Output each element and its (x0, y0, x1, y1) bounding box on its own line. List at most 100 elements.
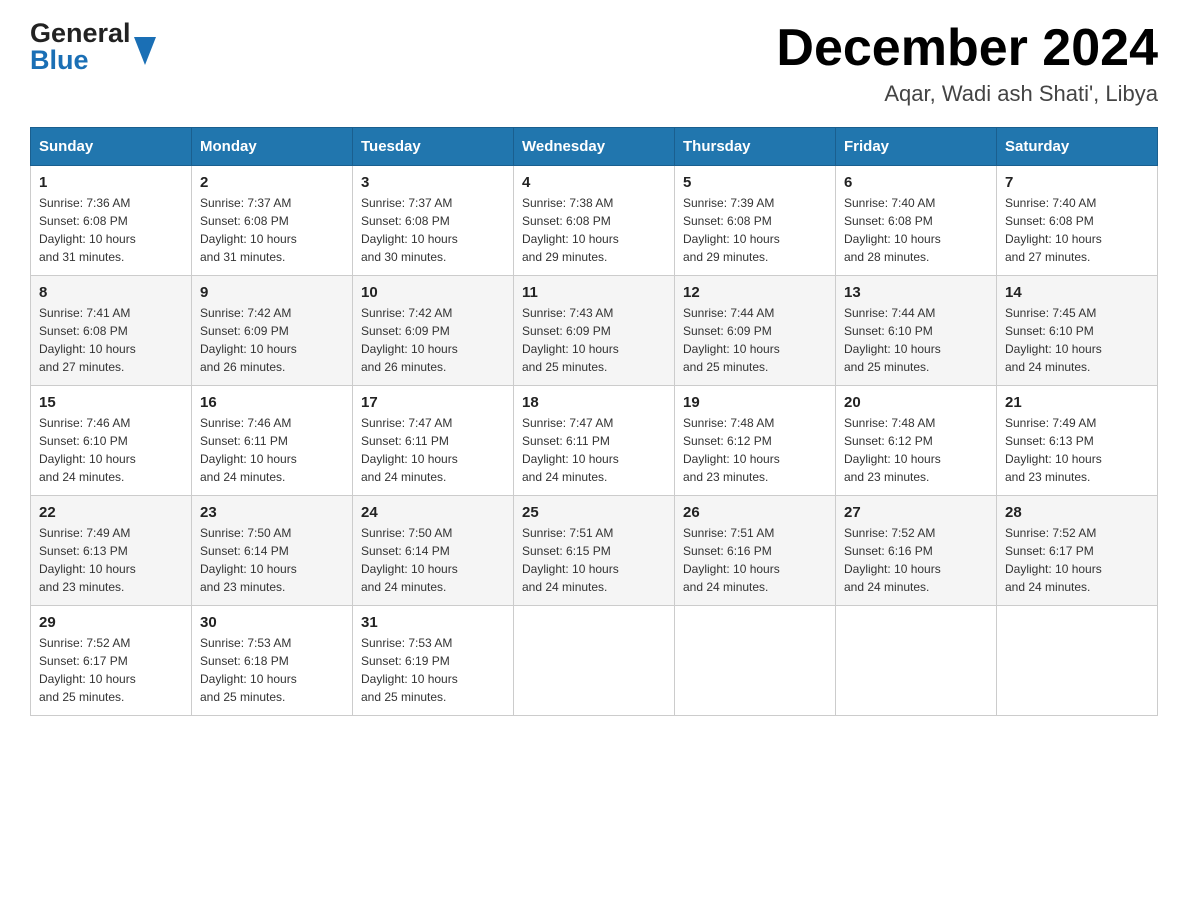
calendar-cell: 2 Sunrise: 7:37 AMSunset: 6:08 PMDaylight… (192, 166, 353, 276)
day-number: 13 (844, 284, 988, 301)
calendar-header: SundayMondayTuesdayWednesdayThursdayFrid… (31, 128, 1158, 166)
day-number: 12 (683, 284, 827, 301)
weekday-header-tuesday: Tuesday (353, 128, 514, 166)
day-info: Sunrise: 7:53 AMSunset: 6:19 PMDaylight:… (361, 634, 505, 706)
calendar-cell: 23 Sunrise: 7:50 AMSunset: 6:14 PMDayligh… (192, 496, 353, 606)
weekday-header-saturday: Saturday (997, 128, 1158, 166)
day-info: Sunrise: 7:52 AMSunset: 6:16 PMDaylight:… (844, 524, 988, 596)
day-info: Sunrise: 7:42 AMSunset: 6:09 PMDaylight:… (361, 304, 505, 376)
location-title: Aqar, Wadi ash Shati', Libya (776, 81, 1158, 107)
calendar-cell: 30 Sunrise: 7:53 AMSunset: 6:18 PMDayligh… (192, 606, 353, 716)
calendar-cell: 27 Sunrise: 7:52 AMSunset: 6:16 PMDayligh… (836, 496, 997, 606)
day-info: Sunrise: 7:49 AMSunset: 6:13 PMDaylight:… (39, 524, 183, 596)
calendar-cell: 22Sunrise: 7:49 AMSunset: 6:13 PMDayligh… (31, 496, 192, 606)
day-number: 4 (522, 174, 666, 191)
calendar-cell: 18 Sunrise: 7:47 AMSunset: 6:11 PMDayligh… (514, 386, 675, 496)
day-number: 24 (361, 504, 505, 521)
calendar-cell: 19 Sunrise: 7:48 AMSunset: 6:12 PMDayligh… (675, 386, 836, 496)
calendar-cell: 8 Sunrise: 7:41 AMSunset: 6:08 PMDaylight… (31, 276, 192, 386)
calendar-week-5: 29 Sunrise: 7:52 AMSunset: 6:17 PMDayligh… (31, 606, 1158, 716)
calendar-cell: 16Sunrise: 7:46 AMSunset: 6:11 PMDayligh… (192, 386, 353, 496)
day-number: 15 (39, 394, 183, 411)
calendar-cell (836, 606, 997, 716)
weekday-header-monday: Monday (192, 128, 353, 166)
calendar-cell: 5Sunrise: 7:39 AMSunset: 6:08 PMDaylight… (675, 166, 836, 276)
logo: General Blue (30, 20, 156, 74)
weekday-header-wednesday: Wednesday (514, 128, 675, 166)
calendar-cell: 10 Sunrise: 7:42 AMSunset: 6:09 PMDayligh… (353, 276, 514, 386)
day-info: Sunrise: 7:44 AMSunset: 6:09 PMDaylight:… (683, 304, 827, 376)
weekday-header-thursday: Thursday (675, 128, 836, 166)
day-number: 14 (1005, 284, 1149, 301)
day-number: 10 (361, 284, 505, 301)
calendar-table: SundayMondayTuesdayWednesdayThursdayFrid… (30, 127, 1158, 716)
day-info: Sunrise: 7:50 AMSunset: 6:14 PMDaylight:… (200, 524, 344, 596)
day-number: 20 (844, 394, 988, 411)
day-number: 29 (39, 614, 183, 631)
day-info: Sunrise: 7:51 AMSunset: 6:15 PMDaylight:… (522, 524, 666, 596)
day-info: Sunrise: 7:44 AMSunset: 6:10 PMDaylight:… (844, 304, 988, 376)
day-number: 18 (522, 394, 666, 411)
day-info: Sunrise: 7:47 AMSunset: 6:11 PMDaylight:… (522, 414, 666, 486)
calendar-cell: 20Sunrise: 7:48 AMSunset: 6:12 PMDayligh… (836, 386, 997, 496)
day-info: Sunrise: 7:53 AMSunset: 6:18 PMDaylight:… (200, 634, 344, 706)
calendar-cell: 25 Sunrise: 7:51 AMSunset: 6:15 PMDayligh… (514, 496, 675, 606)
calendar-cell: 13 Sunrise: 7:44 AMSunset: 6:10 PMDayligh… (836, 276, 997, 386)
weekday-header-sunday: Sunday (31, 128, 192, 166)
day-info: Sunrise: 7:50 AMSunset: 6:14 PMDaylight:… (361, 524, 505, 596)
day-number: 9 (200, 284, 344, 301)
logo-blue: Blue (30, 47, 131, 74)
calendar-cell: 9 Sunrise: 7:42 AMSunset: 6:09 PMDaylight… (192, 276, 353, 386)
day-info: Sunrise: 7:40 AMSunset: 6:08 PMDaylight:… (1005, 194, 1149, 266)
day-info: Sunrise: 7:41 AMSunset: 6:08 PMDaylight:… (39, 304, 183, 376)
calendar-cell: 24 Sunrise: 7:50 AMSunset: 6:14 PMDayligh… (353, 496, 514, 606)
calendar-cell: 21Sunrise: 7:49 AMSunset: 6:13 PMDayligh… (997, 386, 1158, 496)
calendar-week-3: 15 Sunrise: 7:46 AMSunset: 6:10 PMDayligh… (31, 386, 1158, 496)
day-number: 27 (844, 504, 988, 521)
day-info: Sunrise: 7:39 AMSunset: 6:08 PMDaylight:… (683, 194, 827, 266)
day-info: Sunrise: 7:46 AMSunset: 6:10 PMDaylight:… (39, 414, 183, 486)
month-title: December 2024 (776, 20, 1158, 77)
calendar-cell: 29 Sunrise: 7:52 AMSunset: 6:17 PMDayligh… (31, 606, 192, 716)
calendar-cell: 3Sunrise: 7:37 AMSunset: 6:08 PMDaylight… (353, 166, 514, 276)
day-info: Sunrise: 7:47 AMSunset: 6:11 PMDaylight:… (361, 414, 505, 486)
day-number: 7 (1005, 174, 1149, 191)
day-info: Sunrise: 7:37 AMSunset: 6:08 PMDaylight:… (361, 194, 505, 266)
day-info: Sunrise: 7:37 AMSunset: 6:08 PMDaylight:… (200, 194, 344, 266)
calendar-cell: 7 Sunrise: 7:40 AMSunset: 6:08 PMDaylight… (997, 166, 1158, 276)
calendar-week-4: 22Sunrise: 7:49 AMSunset: 6:13 PMDayligh… (31, 496, 1158, 606)
day-info: Sunrise: 7:52 AMSunset: 6:17 PMDaylight:… (1005, 524, 1149, 596)
day-info: Sunrise: 7:46 AMSunset: 6:11 PMDaylight:… (200, 414, 344, 486)
day-number: 26 (683, 504, 827, 521)
day-number: 6 (844, 174, 988, 191)
day-number: 1 (39, 174, 183, 191)
day-number: 23 (200, 504, 344, 521)
day-number: 11 (522, 284, 666, 301)
calendar-cell: 26 Sunrise: 7:51 AMSunset: 6:16 PMDayligh… (675, 496, 836, 606)
day-info: Sunrise: 7:51 AMSunset: 6:16 PMDaylight:… (683, 524, 827, 596)
calendar-cell: 14 Sunrise: 7:45 AMSunset: 6:10 PMDayligh… (997, 276, 1158, 386)
day-number: 19 (683, 394, 827, 411)
day-info: Sunrise: 7:48 AMSunset: 6:12 PMDaylight:… (683, 414, 827, 486)
calendar-week-2: 8 Sunrise: 7:41 AMSunset: 6:08 PMDaylight… (31, 276, 1158, 386)
day-number: 8 (39, 284, 183, 301)
day-number: 25 (522, 504, 666, 521)
day-info: Sunrise: 7:40 AMSunset: 6:08 PMDaylight:… (844, 194, 988, 266)
day-number: 30 (200, 614, 344, 631)
logo-general: General (30, 20, 131, 47)
calendar-cell: 12 Sunrise: 7:44 AMSunset: 6:09 PMDayligh… (675, 276, 836, 386)
day-info: Sunrise: 7:52 AMSunset: 6:17 PMDaylight:… (39, 634, 183, 706)
title-block: December 2024 Aqar, Wadi ash Shati', Lib… (776, 20, 1158, 107)
day-number: 28 (1005, 504, 1149, 521)
calendar-week-1: 1Sunrise: 7:36 AMSunset: 6:08 PMDaylight… (31, 166, 1158, 276)
calendar-cell (997, 606, 1158, 716)
day-info: Sunrise: 7:45 AMSunset: 6:10 PMDaylight:… (1005, 304, 1149, 376)
calendar-cell (514, 606, 675, 716)
calendar-cell: 28 Sunrise: 7:52 AMSunset: 6:17 PMDayligh… (997, 496, 1158, 606)
calendar-cell: 4Sunrise: 7:38 AMSunset: 6:08 PMDaylight… (514, 166, 675, 276)
calendar-body: 1Sunrise: 7:36 AMSunset: 6:08 PMDaylight… (31, 166, 1158, 716)
calendar-cell: 15 Sunrise: 7:46 AMSunset: 6:10 PMDayligh… (31, 386, 192, 496)
day-number: 2 (200, 174, 344, 191)
logo-arrow-icon (134, 37, 156, 70)
day-info: Sunrise: 7:42 AMSunset: 6:09 PMDaylight:… (200, 304, 344, 376)
